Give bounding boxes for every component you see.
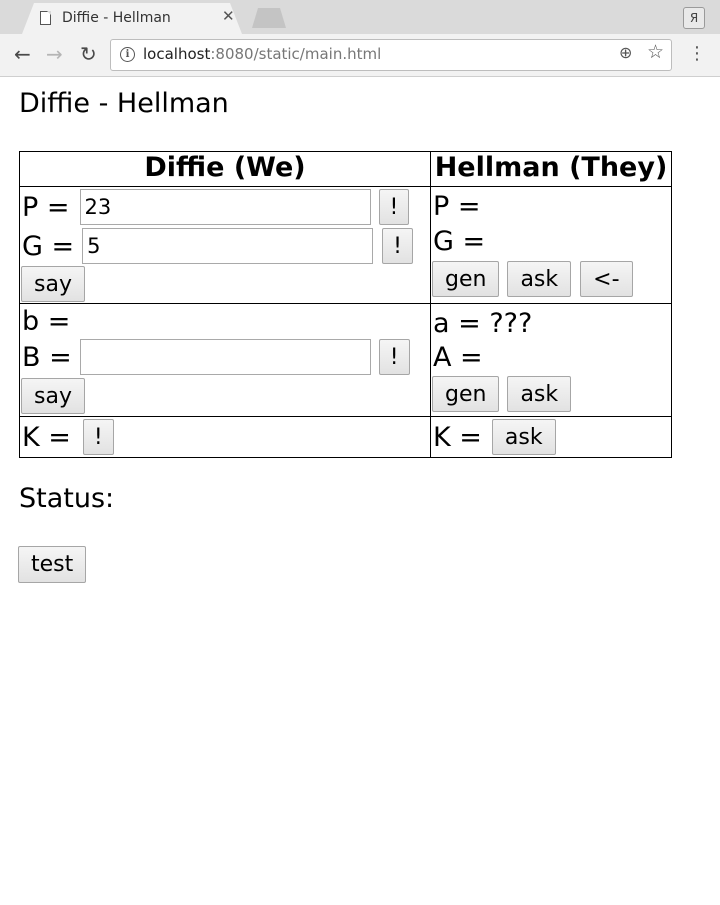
back-icon[interactable]: ←: [14, 42, 31, 66]
key-exchange-table: Diffie (We) Hellman (They) P = ! G = ! s…: [19, 151, 672, 458]
tab-title: Diffie - Hellman: [62, 10, 171, 26]
menu-icon[interactable]: ⋮: [688, 42, 706, 66]
tab-strip: Diffie - Hellman ✕ Я: [0, 0, 720, 34]
big-b-send-button[interactable]: !: [378, 339, 410, 375]
big-a-label: A =: [433, 341, 483, 373]
url-path: :8080/static/main.html: [210, 45, 382, 63]
page-title: Diffie - Hellman: [19, 88, 229, 119]
reload-icon[interactable]: ↻: [80, 42, 97, 66]
g-input[interactable]: [82, 228, 374, 264]
cell-they-params: P = G = gen ask <-: [430, 186, 672, 304]
browser-toolbar: ← → ↻ i localhost:8080/static/main.html …: [0, 34, 720, 77]
they-gen-params-button[interactable]: gen: [432, 261, 500, 297]
url-text: localhost:8080/static/main.html: [143, 45, 381, 63]
say-params-button[interactable]: say: [21, 266, 85, 302]
zoom-icon[interactable]: ⊕: [619, 43, 632, 62]
address-bar[interactable]: i localhost:8080/static/main.html ⊕ ☆: [110, 39, 672, 71]
new-tab-button[interactable]: [252, 8, 286, 28]
they-ask-public-button[interactable]: ask: [507, 376, 572, 412]
profile-button[interactable]: Я: [683, 7, 705, 29]
cell-we-secret: b = B = ! say: [19, 303, 431, 417]
they-gen-secret-button[interactable]: gen: [432, 376, 500, 412]
g-send-button[interactable]: !: [382, 228, 413, 264]
doc-icon: [40, 11, 51, 25]
cell-we-key: K = !: [19, 416, 431, 458]
cell-they-secret: a = ??? A = gen ask: [430, 303, 672, 417]
url-host: localhost: [143, 45, 211, 63]
b-label: b =: [22, 305, 71, 337]
g-label: G =: [22, 230, 75, 262]
they-ask-params-button[interactable]: ask: [507, 261, 572, 297]
k-compute-button[interactable]: !: [82, 419, 114, 455]
cell-we-params: P = ! G = ! say: [19, 186, 431, 304]
they-p-label: P =: [433, 190, 481, 222]
p-label: P =: [22, 191, 70, 223]
big-b-input[interactable]: [79, 339, 371, 375]
big-b-label: B =: [22, 341, 72, 373]
forward-icon[interactable]: →: [46, 42, 63, 66]
p-send-button[interactable]: !: [378, 189, 410, 225]
status-label: Status:: [19, 483, 115, 514]
header-we: Diffie (We): [19, 151, 431, 187]
cell-they-key: K = ask: [430, 416, 672, 458]
a-label: a = ???: [433, 307, 533, 339]
tab-active[interactable]: Diffie - Hellman ✕: [22, 3, 242, 34]
k-label: K =: [22, 421, 71, 453]
they-g-label: G =: [433, 225, 486, 257]
they-k-ask-button[interactable]: ask: [491, 419, 556, 455]
they-copy-params-button[interactable]: <-: [580, 261, 633, 297]
p-input[interactable]: [79, 189, 371, 225]
header-they: Hellman (They): [430, 151, 672, 187]
star-icon[interactable]: ☆: [647, 41, 664, 63]
they-k-label: K =: [433, 421, 482, 453]
test-button[interactable]: test: [18, 546, 87, 583]
close-icon[interactable]: ✕: [222, 7, 235, 25]
info-icon[interactable]: i: [120, 47, 135, 62]
say-public-button[interactable]: say: [21, 378, 85, 414]
